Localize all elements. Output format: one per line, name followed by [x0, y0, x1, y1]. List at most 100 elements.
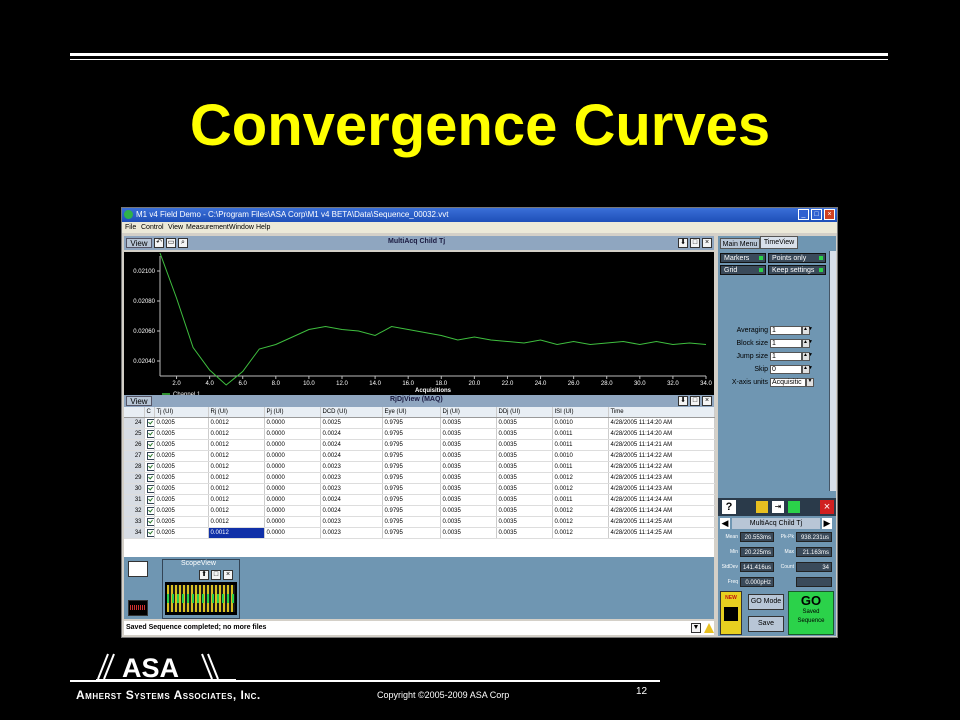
table-row[interactable]: 27 0.0205 0.0012 0.0000 0.0024 0.9795 0.0035 0.…: [124, 450, 715, 462]
scope-up-icon[interactable]: ⬆: [199, 570, 209, 580]
menu-window[interactable]: Window: [229, 222, 254, 233]
nav-left-icon[interactable]: ◀: [720, 518, 730, 529]
table-row[interactable]: 28 0.0205 0.0012 0.0000 0.0023 0.9795 0.0035 0.…: [124, 461, 715, 473]
row-checkbox[interactable]: [146, 419, 153, 427]
min-value: 20.225ms: [740, 547, 774, 557]
x-axis-units-dropdown-icon[interactable]: ▼: [806, 378, 814, 387]
table-row[interactable]: 26 0.0205 0.0012 0.0000 0.0024 0.9795 0.0035 0.…: [124, 439, 715, 451]
row-checkbox[interactable]: [146, 441, 153, 449]
row-checkbox[interactable]: [146, 496, 153, 504]
tab-timeview[interactable]: TimeView: [760, 236, 798, 249]
scope-area: ScopeView ⬆ □ ×: [124, 557, 714, 619]
restore-icon[interactable]: ▭: [166, 238, 176, 248]
table-row[interactable]: 34 0.0205 0.0012 0.0000 0.0023 0.9795 0.0035 0.…: [124, 527, 715, 539]
column-header[interactable]: Dj (UI): [440, 407, 497, 418]
jump-size-input[interactable]: 1: [770, 352, 802, 361]
column-header[interactable]: Rj (UI): [208, 407, 265, 418]
go-button[interactable]: GO Saved Sequence: [788, 591, 834, 635]
x-tick-label: 12.0: [336, 381, 348, 387]
grid-download-icon[interactable]: ⬇: [678, 396, 688, 406]
averaging-spinner[interactable]: ▲▼: [802, 326, 813, 335]
column-header[interactable]: Tj (UI): [154, 407, 209, 418]
freq-value: 0.000pHz: [740, 577, 774, 587]
menu-bar: File Control View Measurement Window Hel…: [122, 222, 837, 233]
table-row[interactable]: 32 0.0205 0.0012 0.0000 0.0024 0.9795 0.0035 0.…: [124, 505, 715, 517]
column-header[interactable]: DCD (UI): [320, 407, 383, 418]
menu-control[interactable]: Control: [141, 222, 164, 233]
grid-layout-icon[interactable]: [788, 501, 800, 513]
table-row[interactable]: 33 0.0205 0.0012 0.0000 0.0023 0.9795 0.0035 0.…: [124, 516, 715, 528]
chart-view-button[interactable]: View: [126, 238, 152, 248]
table-cell: 0.0035: [496, 461, 553, 473]
x-axis-units-select[interactable]: Acquisitic: [770, 378, 806, 387]
row-checkbox[interactable]: [146, 485, 153, 493]
menu-view[interactable]: View: [168, 222, 183, 233]
points-only-toggle[interactable]: Points only: [768, 253, 826, 263]
grid-maximize-icon[interactable]: □: [690, 396, 700, 406]
markers-toggle[interactable]: Markers: [720, 253, 766, 263]
row-checkbox[interactable]: [146, 474, 153, 482]
go-mode-button[interactable]: GO Mode: [748, 594, 784, 610]
export-icon[interactable]: ⇥: [772, 501, 784, 513]
table-row[interactable]: 30 0.0205 0.0012 0.0000 0.0023 0.9795 0.0035 0.…: [124, 483, 715, 495]
panel-maximize-icon[interactable]: □: [690, 238, 700, 248]
menu-file[interactable]: File: [125, 222, 136, 233]
undo-icon[interactable]: ↶: [154, 238, 164, 248]
column-header[interactable]: C: [144, 407, 155, 418]
count-label: Count: [780, 564, 794, 570]
row-checkbox[interactable]: [146, 452, 153, 460]
panel-scrollbar[interactable]: [829, 251, 836, 491]
column-header[interactable]: ISI (UI): [552, 407, 609, 418]
menu-help[interactable]: Help: [256, 222, 270, 233]
row-checkbox[interactable]: [146, 518, 153, 526]
jump-size-spinner[interactable]: ▲▼: [802, 352, 813, 361]
table-row[interactable]: 25 0.0205 0.0012 0.0000 0.0024 0.9795 0.0035 0.…: [124, 428, 715, 440]
column-header[interactable]: Eye (UI): [382, 407, 441, 418]
close-icon[interactable]: ×: [824, 209, 835, 220]
column-header[interactable]: [124, 407, 145, 418]
logo-text: ASA: [122, 653, 179, 682]
block-size-spinner[interactable]: ▲▼: [802, 339, 813, 348]
scope-thumbnail-icon[interactable]: [128, 600, 148, 616]
row-checkbox[interactable]: [146, 529, 153, 537]
table-cell: 0.0000: [264, 516, 321, 528]
column-header[interactable]: Pj (UI): [264, 407, 321, 418]
table-cell: 0.0012: [552, 505, 609, 517]
column-header[interactable]: Time: [608, 407, 715, 418]
scope-close-icon[interactable]: ×: [223, 570, 233, 580]
skip-input[interactable]: 0: [770, 365, 802, 374]
skip-spinner[interactable]: ▲▼: [802, 365, 813, 374]
row-checkbox[interactable]: [146, 463, 153, 471]
grid-view-button[interactable]: View: [126, 396, 152, 406]
row-checkbox[interactable]: [146, 430, 153, 438]
max-value: 21.163ms: [796, 547, 832, 557]
download-icon[interactable]: ⬇: [678, 238, 688, 248]
help-icon[interactable]: ?: [722, 500, 736, 514]
scope-restore-icon[interactable]: □: [211, 570, 221, 580]
tab-main-menu[interactable]: Main Menu: [720, 238, 760, 249]
minimize-icon[interactable]: _: [798, 209, 809, 220]
grid-toggle[interactable]: Grid: [720, 265, 766, 275]
table-cell: 0.0000: [264, 494, 321, 506]
table-row[interactable]: 29 0.0205 0.0012 0.0000 0.0023 0.9795 0.0035 0.…: [124, 472, 715, 484]
row-checkbox[interactable]: [146, 507, 153, 515]
averaging-input[interactable]: 1: [770, 326, 802, 335]
save-button[interactable]: Save: [748, 616, 784, 632]
panel-close-icon[interactable]: ×: [702, 238, 712, 248]
keypad-icon[interactable]: [128, 561, 148, 577]
maximize-icon[interactable]: □: [811, 209, 822, 220]
row-checkbox-cell: [144, 527, 155, 539]
column-header[interactable]: DDj (UI): [496, 407, 553, 418]
menu-measurement[interactable]: Measurement: [186, 222, 229, 233]
keep-settings-toggle[interactable]: Keep settings: [768, 265, 826, 275]
nav-right-icon[interactable]: ▶: [822, 518, 832, 529]
zoom-icon[interactable]: ⌕: [178, 238, 188, 248]
grid-close-icon[interactable]: ×: [702, 396, 712, 406]
delete-icon[interactable]: ×: [820, 500, 834, 514]
status-dropdown-icon[interactable]: ▼: [691, 623, 701, 633]
block-size-input[interactable]: 1: [770, 339, 802, 348]
table-row[interactable]: 31 0.0205 0.0012 0.0000 0.0024 0.9795 0.0035 0.…: [124, 494, 715, 506]
table-row[interactable]: 24 0.0205 0.0012 0.0000 0.0025 0.9795 0.0035 0.…: [124, 417, 715, 429]
new-button[interactable]: NEW: [720, 591, 742, 635]
lock-icon[interactable]: [756, 501, 768, 513]
